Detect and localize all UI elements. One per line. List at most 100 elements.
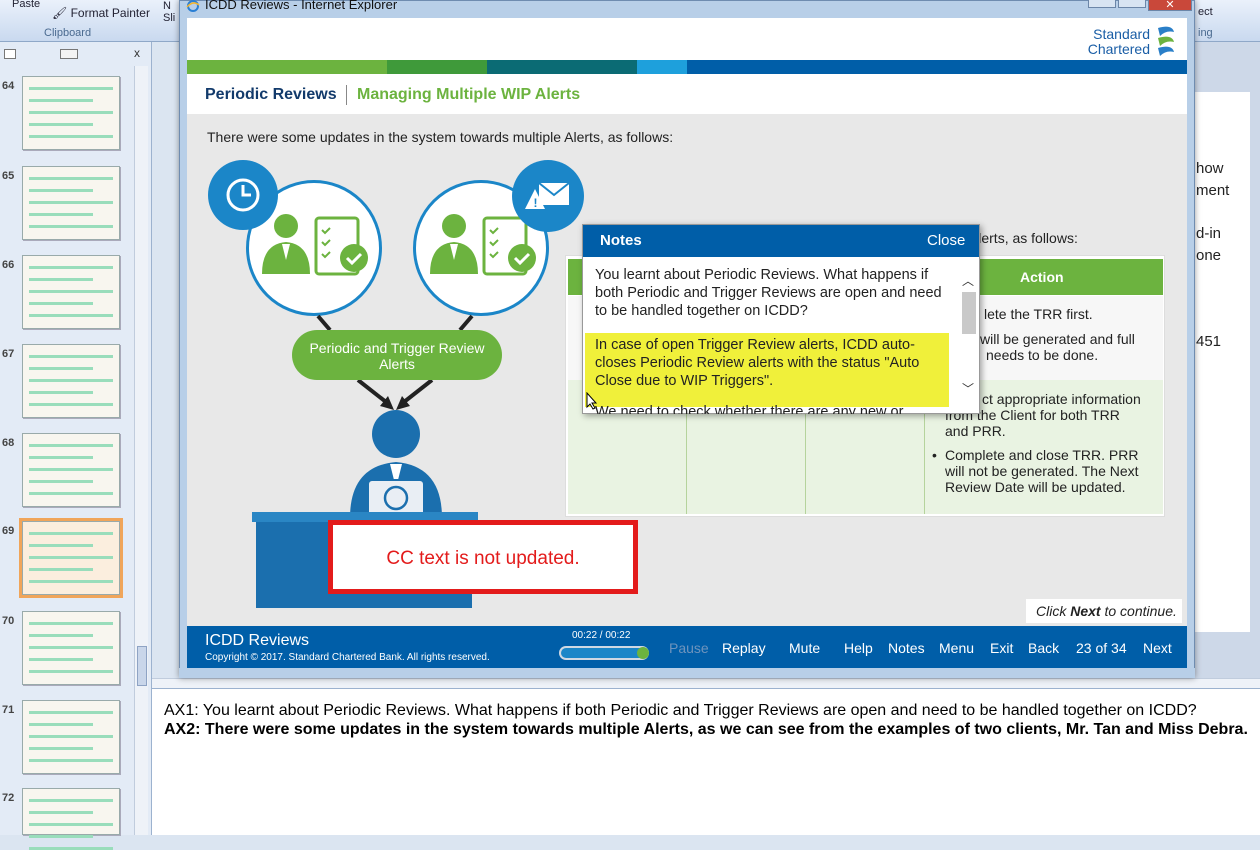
periodic-clock-badge (208, 160, 278, 230)
playback-progress-knob[interactable] (637, 647, 649, 659)
slides-panel-scrollbar[interactable] (134, 66, 148, 835)
slide-thumbnail[interactable] (22, 433, 120, 507)
thumbnail-line (29, 99, 93, 102)
mute-button[interactable]: Mute (789, 640, 820, 656)
exit-button[interactable]: Exit (990, 640, 1013, 656)
thumbnail-line (29, 670, 113, 673)
thumbnail-line (29, 213, 93, 216)
clock-icon (226, 178, 260, 212)
slide-number: 67 (2, 348, 15, 360)
thumbnail-line (29, 379, 113, 382)
pause-button[interactable]: Pause (669, 640, 709, 656)
doc-text-line: ment (1196, 182, 1230, 199)
ie-window-bottom (179, 668, 1195, 678)
notes-scrollbar-thumb[interactable] (962, 292, 976, 334)
periodic-trigger-alerts-pill: Periodic and Trigger Review Alerts (292, 330, 502, 380)
slide-thumbnail[interactable] (22, 344, 120, 418)
help-button[interactable]: Help (844, 640, 873, 656)
notes-scroll-down-icon[interactable]: ﹀ (962, 380, 974, 397)
minimize-button[interactable] (1088, 0, 1116, 8)
notes-scroll-up-icon[interactable]: ︿ (962, 272, 974, 289)
notes-popup-title: Notes (600, 232, 642, 249)
thumbnail-line (29, 823, 113, 826)
thumbnail-line (29, 123, 93, 126)
speaker-notes-pane[interactable]: AX1: You learnt about Periodic Reviews. … (152, 688, 1260, 835)
slide-thumbnail[interactable] (22, 700, 120, 774)
thumbnail-line (29, 403, 113, 406)
slide-thumbnail[interactable] (22, 611, 120, 685)
breadcrumb-section: Periodic Reviews (205, 86, 337, 103)
slide-thumbnail[interactable] (22, 255, 120, 329)
table-header-action: Action (1020, 269, 1064, 285)
page-title: Managing Multiple WIP Alerts (357, 86, 581, 103)
thumbnail-line (29, 711, 113, 714)
maximize-button[interactable] (1118, 0, 1146, 8)
panel-close-icon[interactable]: x (134, 46, 140, 60)
thumbnail-line (29, 580, 113, 583)
thumbnail-line (29, 835, 93, 838)
doc-text-line: how (1196, 160, 1224, 177)
notes-popup-header (583, 225, 979, 257)
next-button[interactable]: Next (1143, 640, 1172, 656)
slide-thumbnail[interactable] (22, 788, 120, 850)
ribbon-new-slide-bottom: Sli (163, 12, 176, 24)
thumbnail-line (29, 634, 93, 637)
thumbnail-line (29, 723, 93, 726)
doc-text-line: one (1196, 247, 1222, 264)
thumbnail-line (29, 278, 93, 281)
ribbon-new-slide[interactable]: N Sli (163, 0, 175, 24)
thumbnail-line (29, 266, 113, 269)
row1-action-line: needs to be done. (986, 347, 1099, 363)
click-next-pre: Click (1036, 603, 1071, 619)
back-button[interactable]: Back (1028, 640, 1059, 656)
thumbnail-line (29, 87, 113, 90)
slide-number: 65 (2, 170, 15, 182)
slides-tab-icon[interactable] (4, 49, 16, 59)
thumbnail-line (29, 111, 113, 114)
notes-button[interactable]: Notes (888, 640, 925, 656)
breadcrumb-separator (346, 85, 347, 105)
mouse-cursor-icon (586, 392, 598, 410)
ribbon-select-button[interactable]: ect (1198, 6, 1213, 18)
note-ax1: AX1: You learnt about Periodic Reviews. … (164, 702, 1197, 719)
slide-number: 71 (2, 704, 15, 716)
intro-text: There were some updates in the system to… (207, 129, 674, 145)
course-title: ICDD Reviews (205, 632, 310, 649)
brand-logo-text: Standard Chartered (1087, 26, 1150, 57)
paste-button[interactable]: Paste (12, 0, 40, 10)
click-next-hint: Click Next to continue. (1026, 599, 1182, 623)
slide-number: 72 (2, 792, 15, 804)
replay-button[interactable]: Replay (722, 640, 766, 656)
scrollbar-thumb[interactable] (137, 646, 147, 686)
slide-number: 69 (2, 525, 15, 537)
reviewer-checklist-icon (262, 214, 368, 276)
row2-action-line: Review Date will be updated. (945, 479, 1126, 495)
slide-thumbnail[interactable] (19, 518, 123, 598)
format-painter-label: Format Painter (70, 6, 150, 20)
notes-close-button[interactable]: Close (927, 232, 965, 249)
row1-action-line: lete the TRR first. (984, 306, 1093, 322)
thumbnail-line (29, 367, 93, 370)
format-painter-button[interactable]: 🖌 Format Painter (52, 6, 150, 20)
outline-tab-icon[interactable] (60, 49, 78, 59)
brand-color-bar (187, 60, 1187, 74)
title-bar (187, 74, 1187, 114)
notes-paragraph: You learnt about Periodic Reviews. What … (595, 267, 942, 319)
menu-button[interactable]: Menu (939, 640, 974, 656)
thumbnail-line (29, 568, 93, 571)
thumbnail-line (29, 225, 113, 228)
thumbnail-line (29, 135, 113, 138)
row2-action-line: Complete and close TRR. PRR (945, 447, 1139, 463)
slide-thumbnail[interactable] (22, 166, 120, 240)
thumbnail-line (29, 468, 113, 471)
thumbnail-line (29, 456, 93, 459)
thumbnail-line (29, 391, 93, 394)
slide-number: 64 (2, 80, 15, 92)
thumbnail-line (29, 646, 113, 649)
thumbnail-line (29, 290, 113, 293)
close-window-button[interactable]: ✕ (1148, 0, 1192, 11)
slide-thumbnail[interactable] (22, 76, 120, 150)
thumbnail-line (29, 302, 93, 305)
slide-number: 70 (2, 615, 15, 627)
ie-window-title: ICDD Reviews - Internet Explorer (205, 0, 398, 12)
